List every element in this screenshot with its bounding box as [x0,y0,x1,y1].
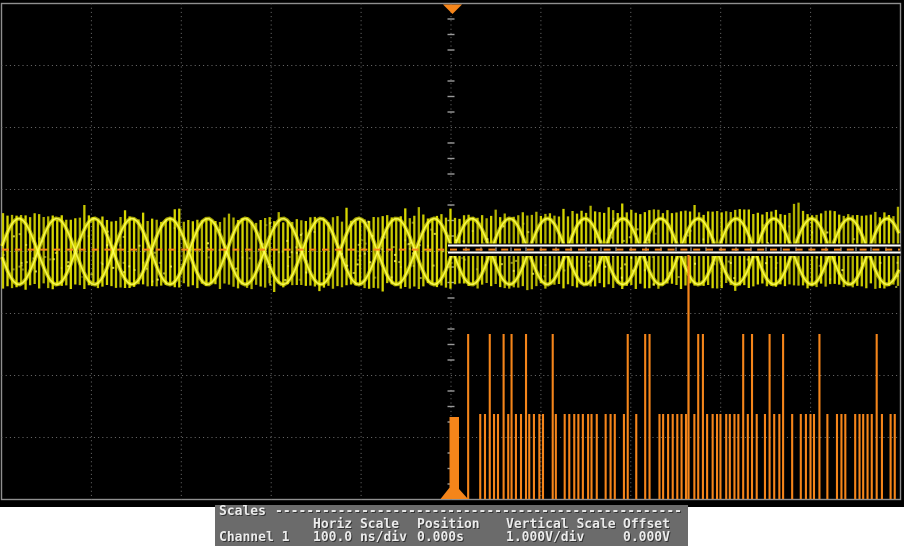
scales-panel: Scales ---------------------------------… [215,505,688,546]
panel-title: Scales [219,506,266,517]
panel-title-dashes: ----------------------------------------… [275,506,682,517]
value-vertical-scale: 1.000V/div [506,532,584,543]
header-position: Position [417,519,480,530]
value-position: 0.000s [417,532,464,543]
oscilloscope-screen: Scales ---------------------------------… [0,0,904,546]
header-horiz-scale: Horiz Scale [313,519,399,530]
header-vertical-scale: Vertical Scale [506,519,616,530]
value-channel-name: Channel 1 [219,532,289,543]
value-horiz-scale: 100.0 ns/div [313,532,407,543]
value-offset: 0.000V [623,532,670,543]
header-offset: Offset [623,519,670,530]
waveform-display [0,0,904,502]
digital-pulse-train [441,255,895,499]
trigger-position-marker-icon[interactable] [443,5,462,15]
